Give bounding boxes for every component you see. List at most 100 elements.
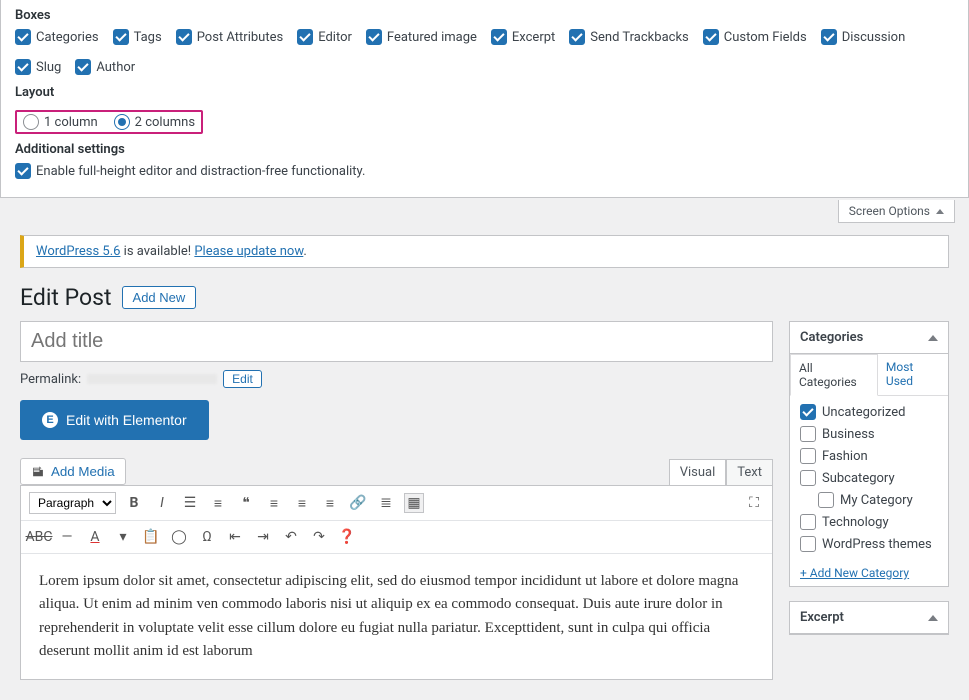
redo-icon[interactable]: ↷ [309,527,329,547]
layout-highlight: 1 column 2 columns [15,110,203,134]
strike-icon[interactable]: ABC [29,527,49,547]
cat-tab-all[interactable]: All Categories [790,354,878,396]
number-list-icon[interactable]: ≡ [208,493,228,513]
box-check-excerpt[interactable]: Excerpt [491,29,555,45]
box-label: Categories [36,30,99,45]
category-label: Uncategorized [822,405,905,420]
align-center-icon[interactable]: ≡ [292,493,312,513]
layout-option-2-columns[interactable]: 2 columns [114,114,195,130]
box-check-custom-fields[interactable]: Custom Fields [703,29,807,45]
quote-icon[interactable]: ❝ [236,493,256,513]
box-checkbox[interactable] [491,29,507,45]
editor-toolbar-row1: Paragraph B I ☰ ≡ ❝ ≡ ≡ ≡ 🔗 ≣ ▦ ⛶ [21,486,772,521]
edit-with-elementor-button[interactable]: E Edit with Elementor [20,400,209,440]
align-left-icon[interactable]: ≡ [264,493,284,513]
screen-options-toggle-label: Screen Options [849,204,930,218]
screen-options-toggle[interactable]: Screen Options [838,200,955,223]
layout-option-1-column[interactable]: 1 column [23,114,98,130]
layout-label: 2 columns [135,115,195,130]
category-item[interactable]: Business [800,426,938,442]
add-new-category-link[interactable]: + Add New Category [790,560,919,586]
box-check-slug[interactable]: Slug [15,59,61,75]
box-label: Custom Fields [724,30,807,45]
caret-down-icon[interactable]: ▾ [113,527,133,547]
category-item[interactable]: Subcategory [800,470,938,486]
box-check-categories[interactable]: Categories [15,29,99,45]
readmore-icon[interactable]: ≣ [376,493,396,513]
category-item[interactable]: Fashion [800,448,938,464]
box-checkbox[interactable] [366,29,382,45]
italic-icon[interactable]: I [152,493,172,513]
elementor-icon: E [42,412,58,428]
box-check-send-trackbacks[interactable]: Send Trackbacks [569,29,688,45]
box-checkbox[interactable] [703,29,719,45]
clear-icon[interactable]: ◯ [169,527,189,547]
permalink-edit-button[interactable]: Edit [223,370,262,388]
toolbar-toggle-icon[interactable]: ▦ [404,493,424,513]
add-media-button[interactable]: Add Media [20,458,126,485]
category-item[interactable]: WordPress themes [800,536,938,552]
bold-icon[interactable]: B [124,493,144,513]
category-item[interactable]: Uncategorized [800,404,938,420]
permalink-label: Permalink: [20,372,81,387]
special-char-icon[interactable]: Ω [197,527,217,547]
category-checkbox[interactable] [818,492,834,508]
format-select[interactable]: Paragraph [29,492,116,514]
page-title: Edit Post [20,284,112,311]
box-checkbox[interactable] [15,29,31,45]
add-new-button[interactable]: Add New [122,286,197,309]
category-checkbox[interactable] [800,470,816,486]
undo-icon[interactable]: ↶ [281,527,301,547]
category-label: WordPress themes [822,537,932,552]
box-checkbox[interactable] [297,29,313,45]
fullscreen-icon[interactable]: ⛶ [744,493,764,513]
box-checkbox[interactable] [821,29,837,45]
align-right-icon[interactable]: ≡ [320,493,340,513]
box-check-featured-image[interactable]: Featured image [366,29,477,45]
permalink-value [87,374,217,384]
box-checkbox[interactable] [75,59,91,75]
indent-icon[interactable]: ⇥ [253,527,273,547]
update-now-link[interactable]: Please update now [194,244,303,259]
box-checkbox[interactable] [176,29,192,45]
textcolor-icon[interactable]: A [85,527,105,547]
category-item[interactable]: My Category [818,492,938,508]
fullheight-check[interactable]: Enable full-height editor and distractio… [15,163,365,179]
outdent-icon[interactable]: ⇤ [225,527,245,547]
screen-options-panel: Boxes CategoriesTagsPost AttributesEdito… [0,0,969,198]
category-checkbox[interactable] [800,426,816,442]
tab-visual[interactable]: Visual [669,459,727,485]
category-checkbox[interactable] [800,514,816,530]
box-check-author[interactable]: Author [75,59,135,75]
box-checkbox[interactable] [113,29,129,45]
paste-icon[interactable]: 📋 [141,527,161,547]
chevron-up-icon[interactable] [928,335,938,341]
category-checkbox[interactable] [800,536,816,552]
hr-icon[interactable]: — [57,527,77,547]
help-icon[interactable]: ❓ [337,527,357,547]
wp-version-link[interactable]: WordPress 5.6 [36,244,120,259]
bullet-list-icon[interactable]: ☰ [180,493,200,513]
category-item[interactable]: Technology [800,514,938,530]
cat-tab-most[interactable]: Most Used [878,354,948,395]
category-checkbox[interactable] [800,448,816,464]
media-icon [31,465,45,479]
box-check-discussion[interactable]: Discussion [821,29,906,45]
chevron-up-icon[interactable] [928,615,938,621]
post-title-input[interactable] [20,321,773,362]
box-checkbox[interactable] [569,29,585,45]
tab-text[interactable]: Text [726,459,773,485]
editor-toolbar-row2: ABC — A ▾ 📋 ◯ Ω ⇤ ⇥ ↶ ↷ ❓ [21,521,772,554]
editor-content-area[interactable]: Lorem ipsum dolor sit amet, consectetur … [21,554,772,679]
link-icon[interactable]: 🔗 [348,493,368,513]
fullheight-checkbox[interactable] [15,163,31,179]
category-checkbox[interactable] [800,404,816,420]
layout-radio[interactable] [23,114,39,130]
box-checkbox[interactable] [15,59,31,75]
layout-radio[interactable] [114,114,130,130]
box-check-post-attributes[interactable]: Post Attributes [176,29,284,45]
box-check-editor[interactable]: Editor [297,29,352,45]
box-check-tags[interactable]: Tags [113,29,162,45]
fullheight-label: Enable full-height editor and distractio… [36,164,365,179]
box-label: Post Attributes [197,30,284,45]
